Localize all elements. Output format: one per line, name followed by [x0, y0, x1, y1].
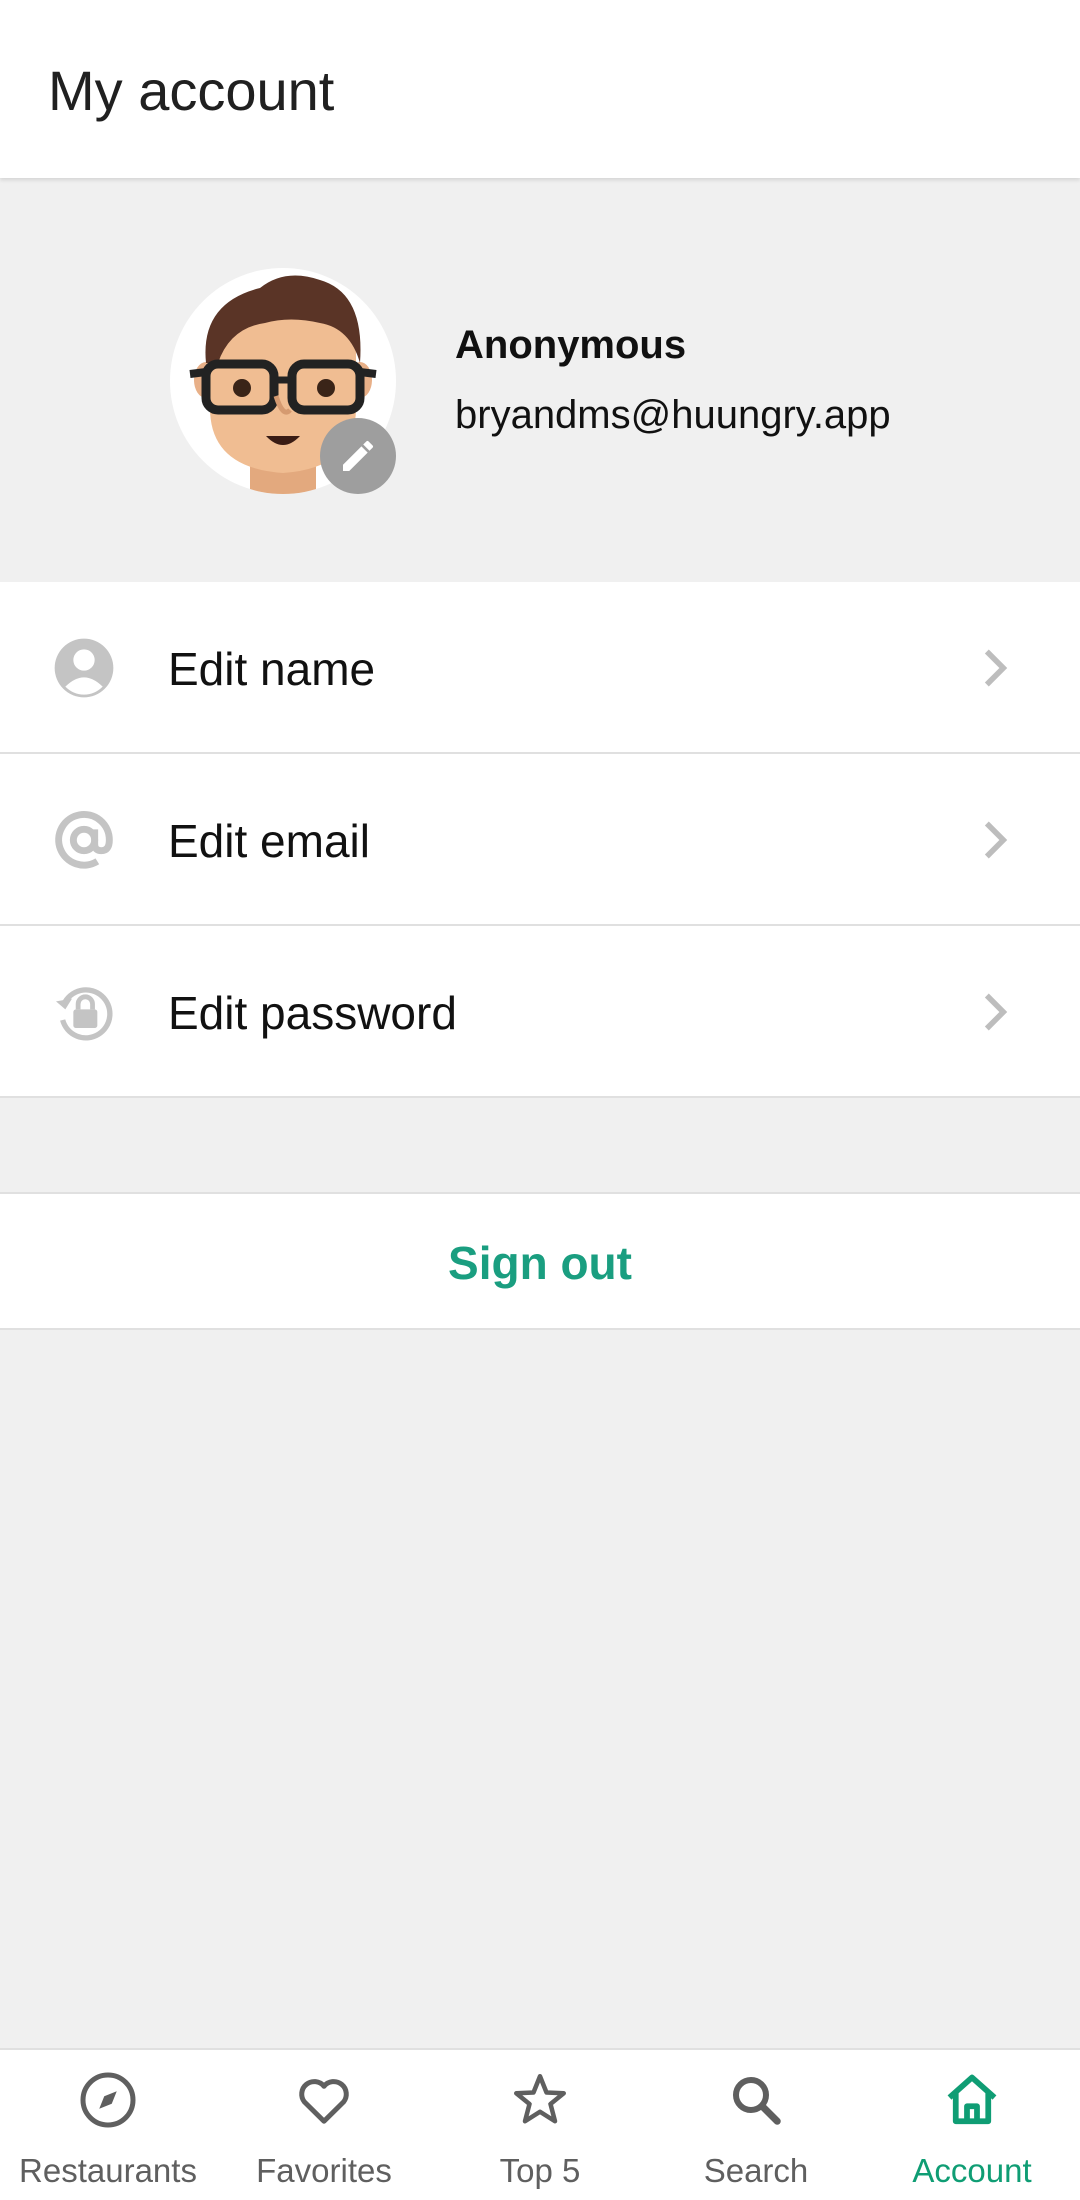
- nav-top5[interactable]: Top 5: [432, 2050, 648, 2200]
- nav-top5-label: Top 5: [499, 2152, 581, 2189]
- profile-header: Anonymous bryandms@huungry.app: [0, 178, 1080, 582]
- page-title: My account: [48, 59, 335, 122]
- chevron-right-icon: [984, 821, 1008, 859]
- app-bar: My account: [0, 0, 1080, 178]
- account-menu: Edit name Edit email Edit password: [0, 582, 1080, 1098]
- edit-email-label: Edit email: [168, 815, 370, 867]
- heart-icon: [299, 2079, 349, 2124]
- edit-name-item[interactable]: Edit name: [0, 582, 1080, 754]
- chevron-right-icon: [984, 993, 1008, 1031]
- edit-name-label: Edit name: [168, 643, 376, 695]
- sign-out-button[interactable]: Sign out: [0, 1192, 1080, 1330]
- profile-name: Anonymous: [455, 323, 687, 367]
- avatar-container[interactable]: [170, 268, 396, 494]
- edit-email-item[interactable]: Edit email: [0, 754, 1080, 926]
- nav-restaurants-label: Restaurants: [19, 2152, 197, 2189]
- nav-search-label: Search: [703, 2152, 809, 2189]
- at-sign-icon: [55, 811, 113, 869]
- pencil-icon: [343, 440, 374, 471]
- nav-restaurants[interactable]: Restaurants: [0, 2050, 216, 2200]
- lock-reset-icon: [56, 987, 113, 1041]
- nav-favorites-label: Favorites: [256, 2152, 392, 2189]
- nav-favorites[interactable]: Favorites: [216, 2050, 432, 2200]
- nav-account[interactable]: Account: [864, 2050, 1080, 2200]
- nav-search[interactable]: Search: [648, 2050, 864, 2200]
- chevron-right-icon: [984, 649, 1008, 687]
- person-icon: [54, 638, 114, 698]
- sign-out-label: Sign out: [448, 1237, 632, 1289]
- edit-password-item[interactable]: Edit password: [0, 926, 1080, 1098]
- search-icon: [733, 2077, 781, 2125]
- edit-password-label: Edit password: [168, 987, 457, 1039]
- home-icon: [947, 2074, 997, 2125]
- star-icon: [514, 2074, 566, 2124]
- bottom-navigation: Restaurants Favorites Top 5 Search Accou…: [0, 2048, 1080, 2200]
- nav-account-label: Account: [912, 2152, 1032, 2189]
- compass-icon: [80, 2072, 136, 2128]
- profile-email: bryandms@huungry.app: [455, 393, 891, 437]
- edit-avatar-button[interactable]: [320, 418, 396, 494]
